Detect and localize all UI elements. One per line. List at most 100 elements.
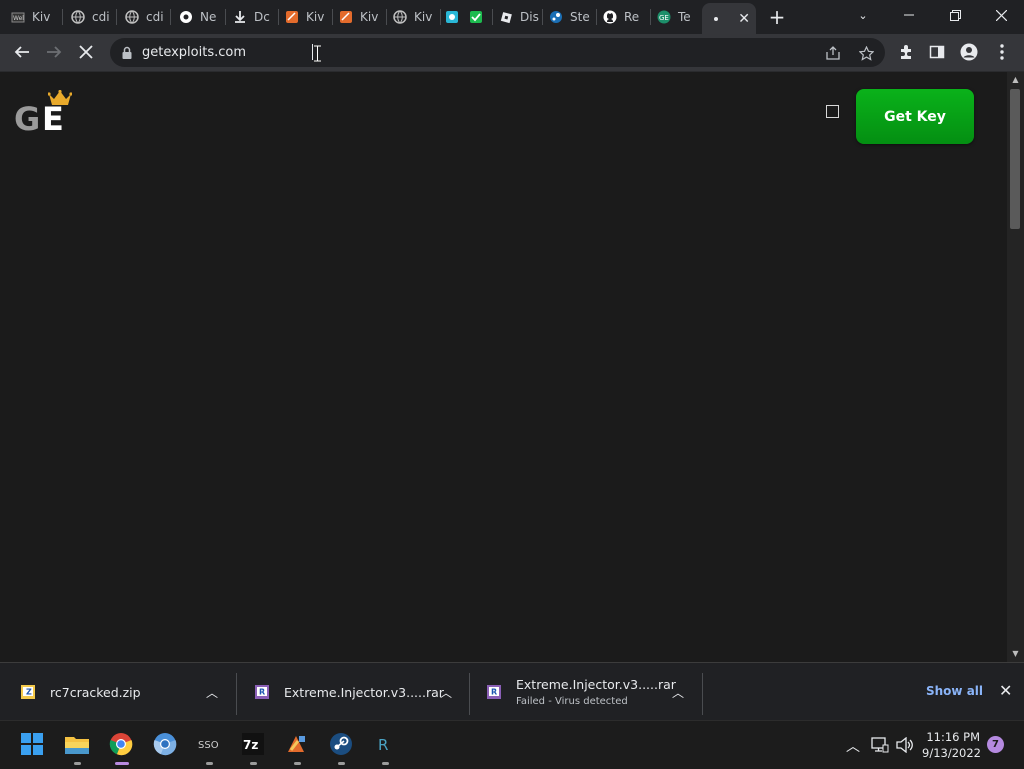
download-item-failed[interactable]: R Extreme.Injector.v3.....rar Failed - V… <box>486 663 698 721</box>
get-key-button[interactable]: Get Key <box>856 89 974 144</box>
taskbar-app-chromium[interactable] <box>150 729 180 759</box>
tab[interactable]: Wel Kiv <box>10 4 58 30</box>
stop-button[interactable] <box>72 38 100 66</box>
minimize-button[interactable] <box>889 0 929 30</box>
scroll-down-icon[interactable]: ▼ <box>1011 649 1020 658</box>
download-filename: rc7cracked.zip <box>50 684 141 700</box>
bookmark-star-icon[interactable] <box>855 42 877 64</box>
profile-avatar-icon[interactable] <box>955 38 983 66</box>
share-icon[interactable] <box>822 42 844 64</box>
ge-icon: GE <box>656 9 672 25</box>
tab-label: Dis <box>520 10 539 24</box>
check-icon <box>468 9 484 25</box>
globe-icon <box>70 9 86 25</box>
tab-label: Kiv <box>306 10 325 24</box>
taskbar-app-steam[interactable] <box>326 729 356 765</box>
svg-text:SSO: SSO <box>198 740 219 751</box>
download-item[interactable]: R Extreme.Injector.v3.....rar ︿ <box>254 663 464 721</box>
chevron-up-icon[interactable]: ︿ <box>672 684 684 701</box>
clock-date: 9/13/2022 <box>922 746 981 760</box>
side-panel-icon[interactable] <box>923 38 951 66</box>
tab[interactable]: GE Te <box>656 4 700 30</box>
tab-label: Dc <box>254 10 270 24</box>
taskbar-app-7zip[interactable]: 7z <box>238 729 268 765</box>
tab-label: Kiv <box>32 10 51 24</box>
tab[interactable]: Dis <box>498 4 540 30</box>
app-icon: SSO <box>198 740 219 751</box>
chrome-icon <box>178 9 194 25</box>
back-arrow-icon <box>14 46 29 58</box>
back-button[interactable] <box>8 38 36 66</box>
forward-button[interactable] <box>40 38 68 66</box>
network-icon[interactable] <box>871 737 889 753</box>
folder-icon <box>65 737 89 754</box>
show-all-downloads-link[interactable]: Show all <box>926 684 983 698</box>
download-status: Failed - Virus detected <box>516 696 628 707</box>
tab-label: cdi <box>146 10 164 24</box>
download-item[interactable]: Z rc7cracked.zip ︿ <box>20 663 230 721</box>
logo-letter-g: G <box>14 100 40 138</box>
steam-icon <box>548 9 564 25</box>
tab[interactable]: cdi <box>124 4 166 30</box>
text-cursor-icon <box>314 45 321 62</box>
logo-letter-e: E <box>42 100 64 138</box>
extensions-icon[interactable] <box>892 38 920 66</box>
site-logo[interactable]: G E <box>14 88 78 138</box>
rar-file-icon: R <box>487 685 501 699</box>
tab[interactable]: Kiv <box>284 4 328 30</box>
notification-badge[interactable]: 7 <box>987 736 1004 753</box>
system-clock[interactable]: 11:16 PM 9/13/2022 <box>922 729 981 761</box>
loading-icon <box>708 11 724 27</box>
tab-search-icon[interactable]: ⌄ <box>843 0 883 30</box>
taskbar-app-file-explorer[interactable] <box>62 729 92 765</box>
chevron-up-icon[interactable]: ︿ <box>440 684 452 701</box>
tab[interactable] <box>444 4 464 30</box>
tab-label: Kiv <box>414 10 433 24</box>
kiwi-icon <box>288 736 305 752</box>
close-window-button[interactable] <box>981 0 1021 30</box>
page-scrollbar[interactable]: ▲ ▼ <box>1007 72 1024 662</box>
tab[interactable]: Ste <box>548 4 592 30</box>
tab-label: Te <box>678 10 691 24</box>
tab[interactable]: Ne <box>178 4 222 30</box>
taskbar-app-roblox-studio[interactable]: R <box>370 729 400 765</box>
close-downloads-icon[interactable]: ✕ <box>999 681 1012 700</box>
tab-label: Kiv <box>360 10 379 24</box>
tab[interactable]: Dc <box>232 4 274 30</box>
close-icon <box>995 9 1007 21</box>
checkbox[interactable] <box>826 105 839 118</box>
download-filename: Extreme.Injector.v3.....rar <box>516 677 676 692</box>
taskbar-app-unknown[interactable]: SSO <box>194 729 224 765</box>
tray-overflow-chevron-icon[interactable]: ︿ <box>846 736 860 756</box>
svg-text:R: R <box>491 688 497 697</box>
start-button[interactable] <box>17 729 47 759</box>
menu-kebab-icon[interactable] <box>988 38 1016 66</box>
roblox-icon <box>498 9 514 25</box>
svg-text:GE: GE <box>659 14 669 22</box>
tab[interactable]: cdi <box>70 4 114 30</box>
volume-icon[interactable] <box>896 737 914 753</box>
scrollbar-thumb[interactable] <box>1010 89 1020 229</box>
toolbar: getexploits.com <box>0 34 1024 72</box>
svg-text:Wel: Wel <box>13 15 24 22</box>
tab[interactable]: Kiv <box>338 4 382 30</box>
tab-active[interactable]: ✕ <box>702 3 756 34</box>
tab-label: Ne <box>200 10 217 24</box>
globe-icon <box>392 9 408 25</box>
new-tab-button[interactable]: + <box>757 2 797 32</box>
scroll-up-icon[interactable]: ▲ <box>1011 75 1020 84</box>
chevron-up-icon[interactable]: ︿ <box>206 684 218 701</box>
svg-text:7z: 7z <box>243 738 258 752</box>
address-bar[interactable]: getexploits.com <box>110 38 885 67</box>
restore-button[interactable] <box>935 0 975 30</box>
svg-text:R: R <box>378 736 388 754</box>
tab-strip: Wel Kiv cdi cdi Ne Dc Kiv Kiv Kiv Dis St… <box>0 0 1024 34</box>
tab-label: Re <box>624 10 640 24</box>
taskbar-app-kiwi[interactable] <box>282 729 312 765</box>
taskbar-app-chrome[interactable] <box>106 729 136 765</box>
kiwi-icon <box>338 9 354 25</box>
tab[interactable]: Re <box>602 4 646 30</box>
tab[interactable] <box>468 4 488 30</box>
close-tab-icon[interactable]: ✕ <box>738 11 750 27</box>
tab[interactable]: Kiv <box>392 4 436 30</box>
